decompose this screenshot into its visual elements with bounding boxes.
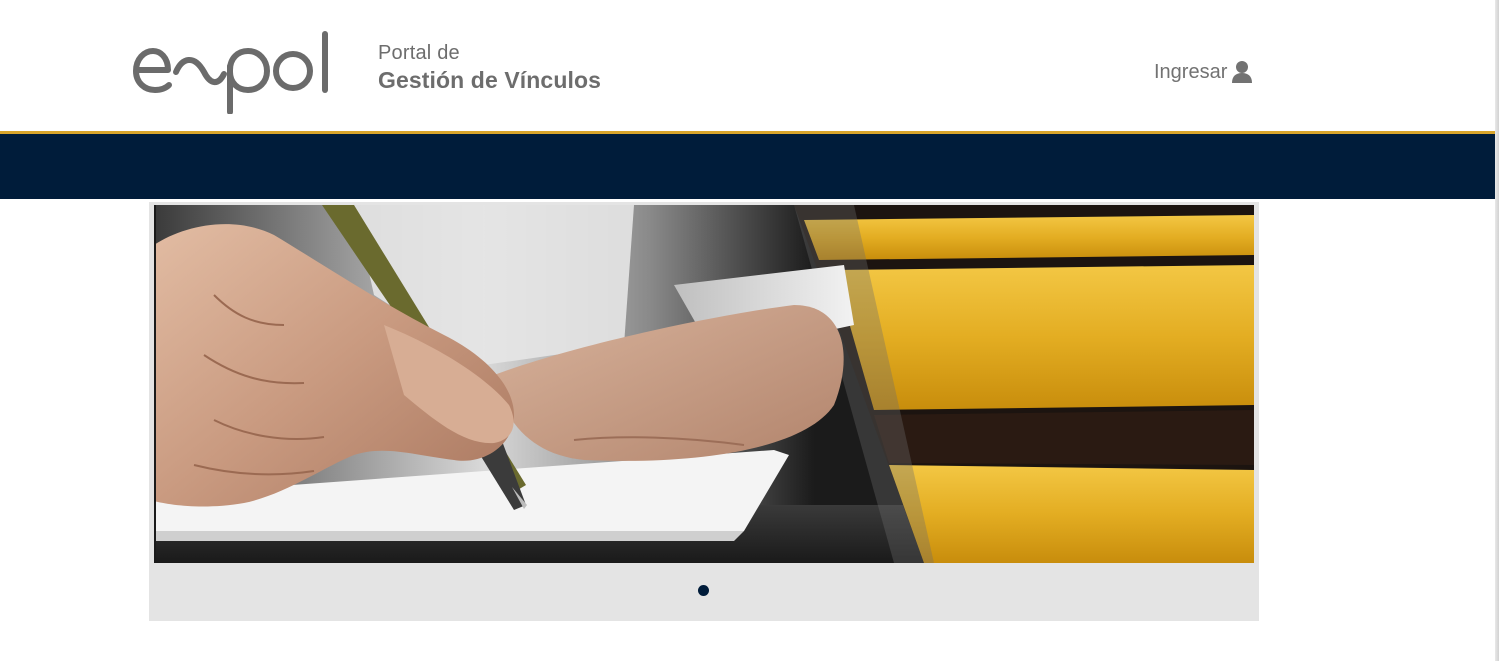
hand-writing-image	[154, 205, 1254, 563]
site-header: Portal de Gestión de Vínculos Ingresar	[0, 0, 1495, 132]
login-label: Ingresar	[1154, 60, 1228, 83]
window-edge	[1495, 0, 1499, 661]
portal-title-line2: Gestión de Vínculos	[378, 67, 601, 93]
carousel-indicator-active[interactable]	[698, 585, 709, 596]
user-icon	[1232, 61, 1253, 83]
navigation-bar	[0, 134, 1495, 199]
portal-title-line1: Portal de	[378, 42, 460, 64]
page: Portal de Gestión de Vínculos Ingresar	[0, 0, 1499, 661]
espol-logo[interactable]	[132, 30, 330, 114]
carousel-slide[interactable]	[154, 205, 1254, 563]
login-link[interactable]: Ingresar	[1154, 58, 1253, 86]
image-carousel	[149, 202, 1259, 621]
portal-title: Portal de Gestión de Vínculos	[378, 41, 601, 95]
